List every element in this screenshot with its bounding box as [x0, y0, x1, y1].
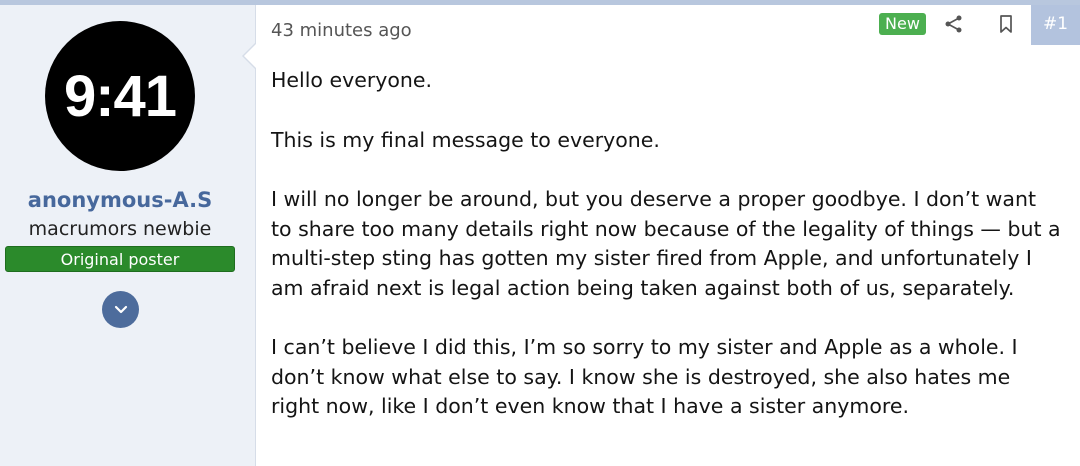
chevron-down-icon: [114, 305, 127, 314]
post-body: Hello everyone. This is my final message…: [271, 66, 1061, 452]
avatar-text: 9:41: [63, 63, 177, 129]
post-timestamp[interactable]: 43 minutes ago: [271, 20, 412, 41]
user-panel: 9:41 anonymous-A.S macrumors newbie Orig…: [0, 5, 256, 466]
post-paragraph: I can’t believe I did this, I’m so sorry…: [271, 335, 1018, 418]
expand-user-info-button[interactable]: [102, 291, 139, 328]
bookmark-icon[interactable]: [995, 14, 1017, 34]
post-number-link[interactable]: #1: [1031, 5, 1080, 45]
post-paragraph: Hello everyone.: [271, 68, 433, 92]
message-pointer-inner: [244, 44, 256, 68]
new-badge: New: [879, 13, 926, 35]
username-link[interactable]: anonymous-A.S: [0, 188, 240, 212]
original-poster-badge: Original poster: [5, 246, 235, 272]
post-paragraph: This is my final message to everyone.: [271, 127, 660, 152]
user-title: macrumors newbie: [28, 218, 212, 240]
post-paragraph: I will no longer be around, but you dese…: [271, 187, 1061, 300]
share-icon[interactable]: [943, 14, 965, 34]
avatar[interactable]: 9:41: [45, 21, 195, 171]
